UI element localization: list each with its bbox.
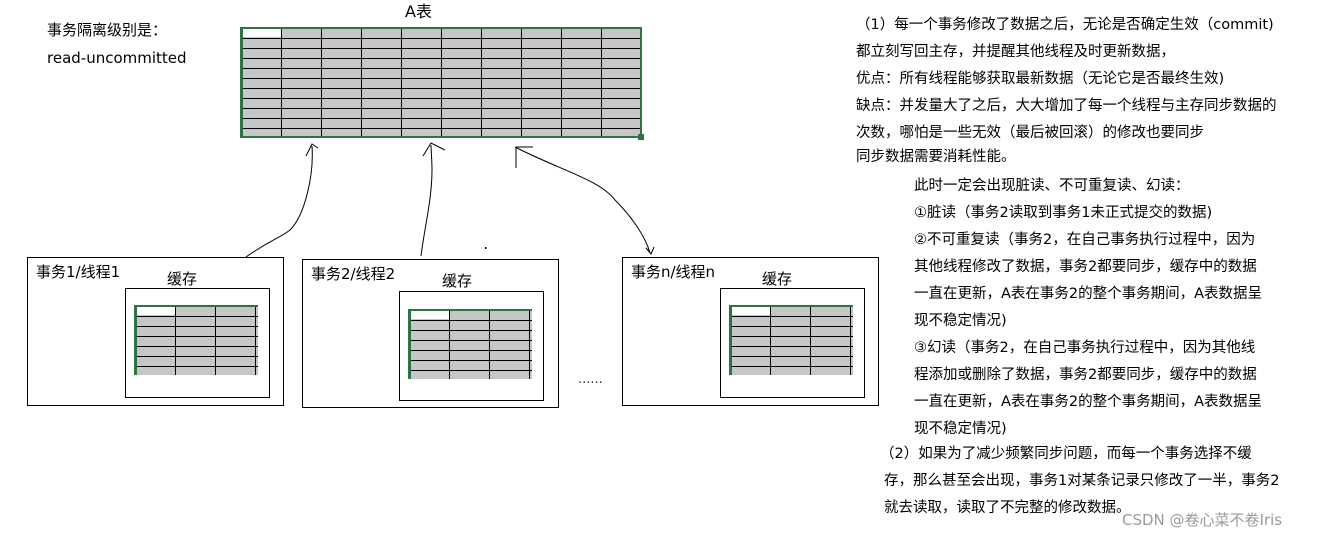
grid-column-line bbox=[850, 307, 851, 375]
grid-row-line bbox=[732, 366, 853, 367]
grid-column-line bbox=[529, 311, 530, 379]
arrow-head-2 bbox=[422, 142, 446, 157]
thread-box-2: 事务2/线程2 缓存 bbox=[302, 259, 559, 408]
cache-box bbox=[399, 291, 544, 401]
grid-row-line bbox=[137, 336, 258, 337]
header-corner-cell bbox=[137, 307, 175, 315]
note-line: ②不可重复读（事务2，在自己事务执行过程中，因为 bbox=[914, 232, 1256, 248]
note-line: 存，那么甚至会出现，事务1对某条记录只修改了一半，事务2 bbox=[884, 473, 1280, 489]
thread-title: 事务n/线程n bbox=[631, 263, 716, 281]
stray-dot bbox=[485, 247, 487, 249]
note-line: 程添加或删除了数据，事务2都要同步，缓存中的数据 bbox=[914, 367, 1257, 383]
note-line: 缺点：并发量大了之后，大大增加了每一个线程与主存同步数据的 bbox=[856, 98, 1277, 114]
grid-column-line bbox=[255, 307, 256, 375]
grid-row-line bbox=[732, 336, 853, 337]
grid-row-line bbox=[411, 350, 532, 351]
note-line: 此时一定会出现脏读、不可重复读、幻读： bbox=[914, 178, 1190, 194]
note-line: 次数，哪怕是一些无效（最后被回滚）的修改也要同步 bbox=[856, 125, 1204, 141]
grid-column-line bbox=[215, 307, 216, 375]
grid-row-line bbox=[137, 326, 258, 327]
arrow-table-to-threadn bbox=[514, 146, 651, 254]
grid-column-line bbox=[449, 311, 450, 379]
arrow-thread2-to-table bbox=[420, 144, 433, 257]
grid-row-line bbox=[411, 330, 532, 331]
cache-label: 缓存 bbox=[167, 270, 198, 288]
cache-label: 缓存 bbox=[442, 272, 473, 290]
grid-row-line bbox=[137, 366, 258, 367]
grid-row-line bbox=[732, 346, 853, 347]
ellipsis: ...... bbox=[578, 372, 603, 387]
cache-label: 缓存 bbox=[762, 270, 793, 288]
note-line: 一直在更新，A表在事务2的整个事务期间，A表数据呈 bbox=[914, 394, 1263, 410]
grid-row-line bbox=[137, 346, 258, 347]
note-line: ①脏读（事务2读取到事务1未正式提交的数据) bbox=[914, 205, 1213, 221]
grid-row-line bbox=[732, 356, 853, 357]
grid-column-line bbox=[810, 307, 811, 375]
note-line: 一直在更新，A表在事务2的整个事务期间，A表数据呈 bbox=[914, 286, 1263, 302]
cache-table-grid bbox=[729, 305, 853, 375]
thread-title: 事务1/线程1 bbox=[36, 263, 121, 281]
header-corner-cell bbox=[732, 307, 770, 315]
note-line: 现不稳定情况) bbox=[914, 313, 1007, 329]
note-line: （2）如果为了减少频繁同步问题，而每一个事务选择不缓 bbox=[880, 446, 1252, 462]
thread-box-1: 事务1/线程1 缓存 bbox=[27, 257, 284, 406]
grid-row-line bbox=[732, 316, 853, 317]
grid-row-line bbox=[411, 370, 532, 371]
note-line: 其他线程修改了数据，事务2都要同步，缓存中的数据 bbox=[914, 259, 1257, 275]
grid-column-line bbox=[489, 311, 490, 379]
grid-row-line bbox=[411, 360, 532, 361]
grid-row-line bbox=[732, 326, 853, 327]
grid-row-line bbox=[411, 320, 532, 321]
note-line: 都立刻写回主存，并提醒其他线程及时更新数据， bbox=[856, 44, 1175, 60]
note-line: 现不稳定情况) bbox=[914, 421, 1007, 437]
watermark: CSDN @卷心菜不卷Iris bbox=[1122, 511, 1283, 529]
note-line: 优点：所有线程能够获取最新数据（无论它是否最终生效) bbox=[856, 71, 1225, 87]
notes-section-1: （1）每一个事务修改了数据之后，无论是否确定生效（commit) 都立刻写回主存… bbox=[856, 12, 1277, 168]
cache-box bbox=[720, 288, 865, 398]
cache-table-grid bbox=[134, 305, 258, 375]
header-corner-cell bbox=[411, 311, 449, 319]
note-line: 同步数据需要消耗性能。 bbox=[856, 149, 1016, 165]
thread-box-n: 事务n/线程n 缓存 bbox=[622, 257, 879, 406]
grid-row-line bbox=[411, 340, 532, 341]
grid-row-line bbox=[137, 356, 258, 357]
grid-column-line bbox=[770, 307, 771, 375]
cache-box bbox=[125, 288, 270, 398]
grid-column-line bbox=[175, 307, 176, 375]
arrow-thread1-to-table bbox=[245, 145, 313, 258]
notes-anomalies: 此时一定会出现脏读、不可重复读、幻读： ①脏读（事务2读取到事务1未正式提交的数… bbox=[914, 173, 1262, 443]
arrow-head-n bbox=[515, 146, 655, 255]
note-line: ③幻读（事务2，在自己事务执行过程中，因为其他线 bbox=[914, 340, 1256, 356]
thread-title: 事务2/线程2 bbox=[311, 265, 396, 283]
grid-row-line bbox=[137, 316, 258, 317]
cache-table-grid bbox=[408, 309, 532, 379]
note-line: （1）每一个事务修改了数据之后，无论是否确定生效（commit) bbox=[856, 17, 1274, 33]
